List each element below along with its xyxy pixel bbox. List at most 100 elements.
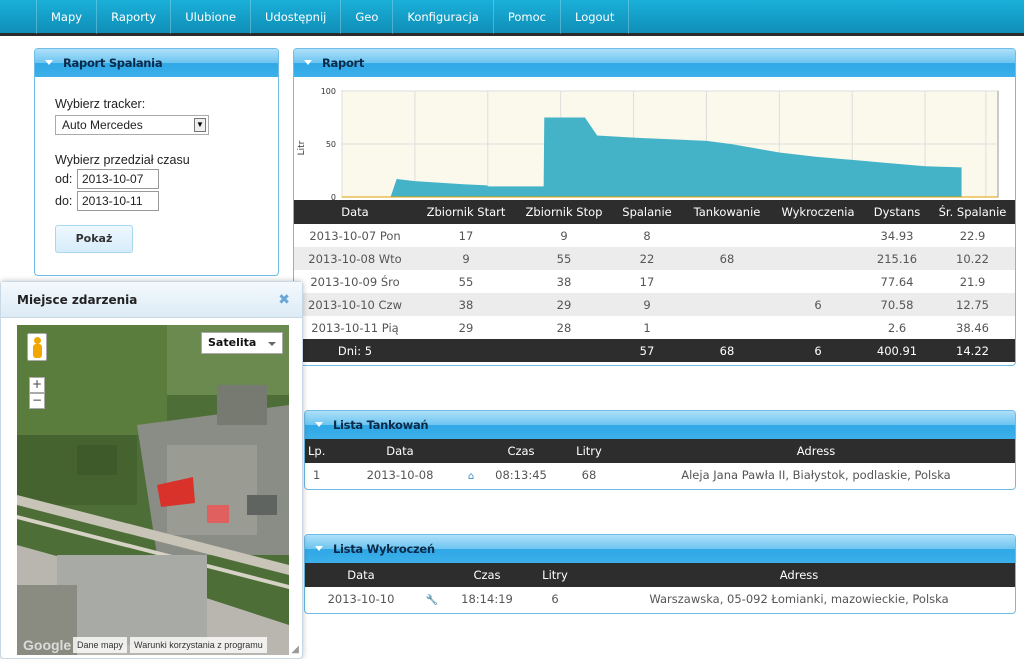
home-icon[interactable]: ⌂	[461, 463, 481, 486]
map-footer: Google Dane mapy Warunki korzystania z p…	[17, 635, 289, 655]
col-header: Zbiornik Start	[416, 200, 516, 224]
table-row: 1 2013-10-08 ⌂ 08:13:45 68 Aleja Jana Pa…	[305, 463, 1015, 486]
cell: 10.22	[930, 247, 1015, 270]
violations-table: Data Czas Litry Adress 2013-10-10 🔧 18:1…	[305, 563, 1015, 610]
cell: 2013-10-09 Śro	[310, 274, 400, 289]
violations-panel-header[interactable]: Lista Wykroczeń	[305, 535, 1015, 563]
cell: 2.6	[887, 320, 907, 335]
to-date-input[interactable]: 2013-10-11	[77, 191, 159, 211]
cell: 8	[643, 228, 651, 243]
cell: 2013-10-08	[366, 467, 434, 482]
map-type-select[interactable]: Satelita	[201, 332, 283, 354]
map-data-link[interactable]: Dane mapy	[73, 637, 128, 653]
footer-cell: 68	[682, 339, 772, 362]
show-button[interactable]: Pokaż	[55, 225, 133, 253]
pegman-body	[33, 344, 42, 358]
map-type-value: Satelita	[208, 336, 257, 349]
cell: 17	[639, 274, 655, 289]
nav-udostepnij[interactable]: Udostępnij	[251, 0, 342, 34]
refuel-panel-title: Lista Tankowań	[333, 418, 429, 432]
report-panel-title: Raport	[322, 56, 365, 70]
report-panel-header[interactable]: Raport	[294, 49, 1015, 77]
cell: 17	[458, 228, 474, 243]
cell: Aleja Jana Pawła II, Białystok, podlaski…	[681, 467, 951, 482]
cell: 38	[416, 293, 516, 316]
nav-geo[interactable]: Geo	[341, 0, 394, 34]
cell: 2013-10-10 Czw	[294, 293, 416, 316]
nav-ulubione[interactable]: Ulubione	[171, 0, 252, 34]
cell	[682, 316, 772, 339]
cell: 70.58	[864, 293, 930, 316]
wrench-icon[interactable]: 🔧	[417, 587, 447, 610]
cell: 9	[612, 293, 682, 316]
tracker-select[interactable]: Auto Mercedes ▼	[55, 115, 209, 135]
collapse-triangle-icon[interactable]	[315, 422, 323, 427]
violations-table-header: Data Czas Litry Adress	[305, 563, 1015, 587]
cell	[682, 270, 772, 293]
nav-konfiguracja[interactable]: Konfiguracja	[393, 0, 494, 34]
chevron-down-icon	[268, 342, 276, 346]
form-panel-header[interactable]: Raport Spalania	[35, 49, 278, 77]
top-navbar: Mapy Raporty Ulubione Udostępnij Geo Kon…	[0, 0, 1024, 36]
terms-link[interactable]: Warunki korzystania z programu	[130, 637, 267, 653]
cell	[682, 224, 772, 247]
table-row: 2013-10-10 🔧 18:14:19 6 Warszawska, 05-0…	[305, 587, 1015, 610]
refuel-table-header: Lp. Data Czas Litry Adress	[305, 439, 1015, 463]
dialog-titlebar[interactable]: Miejsce zdarzenia ✖	[1, 282, 302, 318]
col-header: Śr. Spalanie	[930, 200, 1015, 224]
cell: 1	[643, 320, 651, 335]
zoom-out-button[interactable]: −	[29, 393, 45, 409]
cell: Warszawska, 05-092 Łomianki, mazowieckie…	[649, 591, 949, 606]
home-icon[interactable]: ⌂	[468, 471, 474, 482]
col-header: Litry	[527, 563, 583, 587]
nav-mapy[interactable]: Mapy	[36, 0, 98, 34]
period-label: Wybierz przedział czasu	[55, 153, 190, 167]
nav-raporty[interactable]: Raporty	[97, 0, 172, 34]
form-panel-title: Raport Spalania	[63, 56, 163, 70]
cell: 22	[612, 247, 682, 270]
satellite-map[interactable]: + − Satelita Google Dane mapy Warunki ko…	[17, 325, 289, 655]
resize-handle-icon[interactable]: ◢	[291, 644, 299, 655]
from-date-input[interactable]: 2013-10-07	[77, 169, 159, 189]
col-header: Lp.	[305, 439, 339, 463]
table-row: 2013-10-10 Czw 38 29 9 6 70.58 12.75	[294, 293, 1015, 316]
footer-cell: Dni: 5	[294, 339, 416, 362]
report-table-wrap: Data Zbiornik Start Zbiornik Stop Spalan…	[294, 200, 1015, 362]
street-view-pegman-icon[interactable]	[27, 333, 47, 361]
wrench-icon[interactable]: 🔧	[426, 595, 438, 606]
form-body: Wybierz tracker: Auto Mercedes ▼ Wybierz…	[35, 77, 278, 253]
violations-list-panel: Lista Wykroczeń Data Czas Litry Adress 2…	[304, 534, 1016, 614]
nav-logout[interactable]: Logout	[561, 0, 630, 34]
footer-cell: 14.22	[930, 339, 1015, 362]
select-arrow-icon[interactable]: ▼	[194, 118, 206, 132]
col-header: Data	[294, 200, 416, 224]
close-icon[interactable]: ✖	[278, 282, 290, 318]
refuel-panel-header[interactable]: Lista Tankowań	[305, 411, 1015, 439]
cell: 2013-10-07 Pon	[309, 228, 401, 243]
cell: 6	[551, 591, 559, 606]
tracker-label: Wybierz tracker:	[55, 97, 146, 111]
tracker-select-value: Auto Mercedes	[62, 118, 143, 132]
cell: 9	[560, 228, 568, 243]
refuel-table: Lp. Data Czas Litry Adress 1 2013-10-08 …	[305, 439, 1015, 486]
collapse-triangle-icon[interactable]	[315, 546, 323, 551]
cell	[772, 224, 864, 247]
cell: 22.9	[959, 228, 986, 243]
cell: 12.75	[930, 293, 1015, 316]
nav-pomoc[interactable]: Pomoc	[494, 0, 561, 34]
col-header: Litry	[561, 439, 617, 463]
col-header: Data	[339, 439, 461, 463]
y-tick-label: 100	[321, 87, 336, 96]
pegman-head	[34, 337, 41, 344]
footer-cell: 400.91	[864, 339, 930, 362]
cell	[682, 293, 772, 316]
table-footer-row: Dni: 5 57 68 6 400.91 14.22	[294, 339, 1015, 362]
table-row: 2013-10-08 Wto 9 55 22 68 215.16 10.22	[294, 247, 1015, 270]
zoom-in-button[interactable]: +	[29, 377, 45, 393]
collapse-triangle-icon[interactable]	[45, 60, 53, 65]
col-header: Adress	[617, 439, 1015, 463]
cell	[772, 270, 864, 293]
cell: 55	[458, 274, 474, 289]
collapse-triangle-icon[interactable]	[304, 60, 312, 65]
google-logo: Google	[23, 637, 72, 653]
